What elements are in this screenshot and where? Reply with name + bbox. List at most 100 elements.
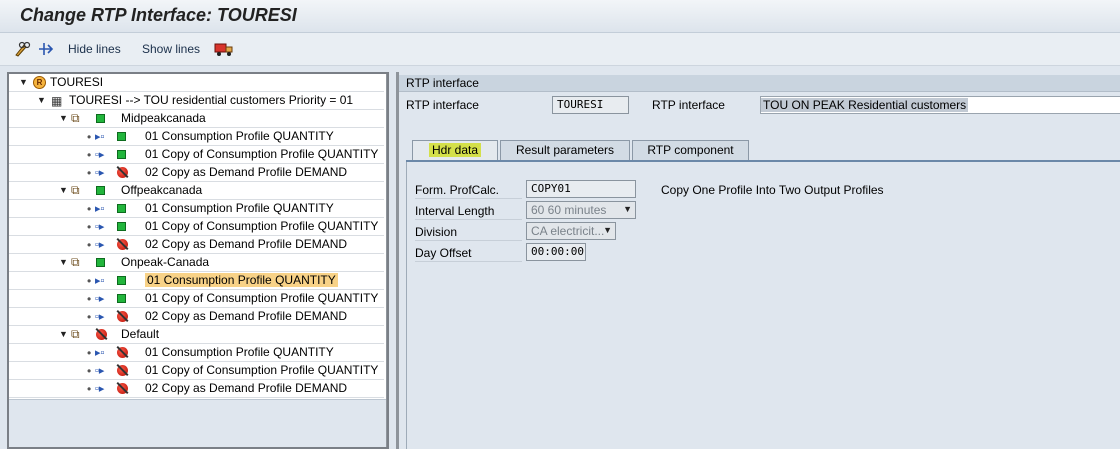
- tab-rtp-component[interactable]: RTP component: [632, 140, 749, 160]
- tree-item-text: 01 Copy of Consumption Profile QUANTITY: [145, 363, 379, 377]
- rtp-description-text: TOU ON PEAK Residential customers: [761, 98, 969, 112]
- splitter[interactable]: [386, 74, 387, 447]
- tree-root[interactable]: ▼ R TOURESI: [9, 74, 384, 92]
- status-green-icon: [117, 294, 126, 303]
- tree-item-text: 01 Consumption Profile QUANTITY: [145, 129, 334, 143]
- tree-item-text: 01 Copy of Consumption Profile QUANTITY: [145, 291, 379, 305]
- status-green-icon: [117, 132, 126, 141]
- tree-item[interactable]: • ▸▫ 01 Consumption Profile QUANTITY: [9, 128, 384, 146]
- hide-lines-button[interactable]: Hide lines: [68, 40, 121, 58]
- form-profcalc-field[interactable]: COPY01: [526, 180, 636, 198]
- tree-item[interactable]: • ▫▸ 01 Copy of Consumption Profile QUANTI…: [9, 362, 384, 380]
- bullet-icon: •: [87, 130, 92, 144]
- day-offset-field[interactable]: 00:00:00: [526, 243, 586, 261]
- status-red-icon: [117, 365, 128, 376]
- tree-item-label: 02 Copy as Demand Profile DEMAND: [145, 165, 347, 179]
- tab-hdr-data[interactable]: Hdr data: [412, 140, 498, 160]
- expand-triangle-icon[interactable]: ▼: [37, 95, 46, 105]
- tree-item[interactable]: • ▫▸ 01 Copy of Consumption Profile QUANTI…: [9, 218, 384, 236]
- status-red-icon: [117, 311, 128, 322]
- show-lines-label: Show lines: [142, 42, 201, 56]
- tree-item-text: 02 Copy as Demand Profile DEMAND: [145, 309, 348, 323]
- tree-item-label: 01 Consumption Profile QUANTITY: [145, 129, 334, 143]
- detail-panel: RTP interface RTP interface TOURESI RTP …: [396, 72, 1120, 449]
- status-green-icon: [117, 222, 126, 231]
- tree-interface-node[interactable]: ▼ ▦ TOURESI --> TOU residential customers …: [9, 92, 384, 110]
- expand-triangle-icon[interactable]: ▼: [59, 113, 68, 123]
- status-red-icon: [117, 239, 128, 250]
- section-header-label: RTP interface: [406, 76, 479, 90]
- rtp-interface-label: RTP interface: [406, 98, 479, 112]
- interval-length-dropdown[interactable]: 60 60 minutes ▼: [526, 201, 636, 219]
- truck-icon: [214, 43, 233, 56]
- tree-item-label: 02 Copy as Demand Profile DEMAND: [145, 237, 347, 251]
- tree-item-label: 02 Copy as Demand Profile DEMAND: [145, 381, 347, 395]
- chevron-down-icon: ▼: [623, 204, 632, 214]
- interval-length-value: 60 60 minutes: [531, 203, 607, 217]
- section-header: RTP interface: [399, 75, 1120, 92]
- tree-item[interactable]: • ▫▸ 02 Copy as Demand Profile DEMAND: [9, 236, 384, 254]
- tree-group-midpeakcanada[interactable]: ▼ ⧉ Midpeakcanada: [9, 110, 384, 128]
- tree-item[interactable]: • ▫▸ 01 Copy of Consumption Profile QUANTI…: [9, 290, 384, 308]
- tree-empty-area: [9, 399, 387, 447]
- tree-item[interactable]: • ▫▸ 02 Copy as Demand Profile DEMAND: [9, 164, 384, 182]
- interval-length-label: Interval Length: [415, 204, 495, 218]
- tree-item[interactable]: • ▸▫ 01 Consumption Profile QUANTITY: [9, 200, 384, 218]
- tree-item[interactable]: • ▸▫ 01 Consumption Profile QUANTITY: [9, 344, 384, 362]
- tree-interface-label: TOURESI --> TOU residential customers Pr…: [69, 93, 354, 107]
- tree-item[interactable]: • ▸▫ 01 Consumption Profile QUANTITY: [9, 272, 384, 290]
- tree-item[interactable]: • ▫▸ 02 Copy as Demand Profile DEMAND: [9, 380, 384, 398]
- expand-triangle-icon[interactable]: ▼: [59, 185, 68, 195]
- tree-group-label: Midpeakcanada: [121, 111, 206, 125]
- tree-item-label: 01 Consumption Profile QUANTITY: [145, 273, 338, 287]
- status-green-icon: [117, 204, 126, 213]
- tree-item-text: 01 Consumption Profile QUANTITY: [145, 201, 334, 215]
- division-dropdown[interactable]: CA electricit... ▼: [526, 222, 616, 240]
- page-title: Change RTP Interface: TOURESI: [20, 5, 297, 25]
- bullet-icon: •: [87, 202, 92, 216]
- status-green-icon: [96, 186, 105, 195]
- tree-item[interactable]: • ▫▸ 01 Copy of Consumption Profile QUANTI…: [9, 146, 384, 164]
- bullet-icon: •: [87, 166, 92, 180]
- other-object-button[interactable]: [38, 40, 56, 58]
- rtp-interface-description: TOU ON PEAK Residential customers: [760, 96, 1120, 114]
- tree-group-label: Onpeak-Canada: [121, 255, 210, 269]
- division-label: Division: [415, 225, 458, 239]
- tree-item-label: 01 Consumption Profile QUANTITY: [145, 201, 334, 215]
- hide-lines-label: Hide lines: [68, 42, 121, 56]
- rtp-interface-label-2: RTP interface: [652, 98, 725, 112]
- output-profile-icon: ▫▸: [95, 239, 105, 251]
- form-profcalc-description: Copy One Profile Into Two Output Profile…: [661, 183, 884, 197]
- tree-item-label: 01 Copy of Consumption Profile QUANTITY: [145, 291, 378, 305]
- tree-item-text: 02 Copy as Demand Profile DEMAND: [145, 237, 348, 251]
- display-change-button[interactable]: [14, 40, 32, 58]
- bullet-icon: •: [87, 274, 92, 288]
- toolbar: Hide lines Show lines: [0, 33, 1120, 66]
- show-lines-button[interactable]: Show lines: [142, 40, 200, 58]
- status-red-icon: [117, 383, 128, 394]
- tree-item[interactable]: • ▫▸ 02 Copy as Demand Profile DEMAND: [9, 308, 384, 326]
- output-profile-icon: ▫▸: [95, 221, 105, 233]
- tab-result-parameters[interactable]: Result parameters: [500, 140, 630, 160]
- output-profile-icon: ▫▸: [95, 293, 105, 305]
- tree-group-offpeakcanada[interactable]: ▼ ⧉ Offpeakcanada: [9, 182, 384, 200]
- tree-item-label: 01 Consumption Profile QUANTITY: [145, 345, 334, 359]
- expand-triangle-icon[interactable]: ▼: [59, 329, 68, 339]
- rtp-interface-field[interactable]: TOURESI: [552, 96, 629, 114]
- tree-item-text: 01 Copy of Consumption Profile QUANTITY: [145, 147, 379, 161]
- tree-item-text: 01 Copy of Consumption Profile QUANTITY: [145, 219, 379, 233]
- expand-triangle-icon[interactable]: ▼: [59, 257, 68, 267]
- expand-triangle-icon[interactable]: ▼: [19, 77, 28, 87]
- bullet-icon: •: [87, 346, 92, 360]
- title-bar: Change RTP Interface: TOURESI: [0, 0, 1120, 33]
- tree-panel: ▼ R TOURESI ▼ ▦ TOURESI --> TOU residential c…: [7, 72, 389, 449]
- bullet-icon: •: [87, 220, 92, 234]
- output-profile-icon: ▫▸: [95, 365, 105, 377]
- group-folder-icon: ⧉: [71, 183, 80, 197]
- transport-button[interactable]: [214, 40, 234, 58]
- group-folder-icon: ⧉: [71, 255, 80, 269]
- tree-item-label: 01 Copy of Consumption Profile QUANTITY: [145, 363, 378, 377]
- tree-group-onpeak-canada[interactable]: ▼ ⧉ Onpeak-Canada: [9, 254, 384, 272]
- tree-group-default[interactable]: ▼ ⧉ Default: [9, 326, 384, 344]
- division-value: CA electricit...: [531, 224, 605, 238]
